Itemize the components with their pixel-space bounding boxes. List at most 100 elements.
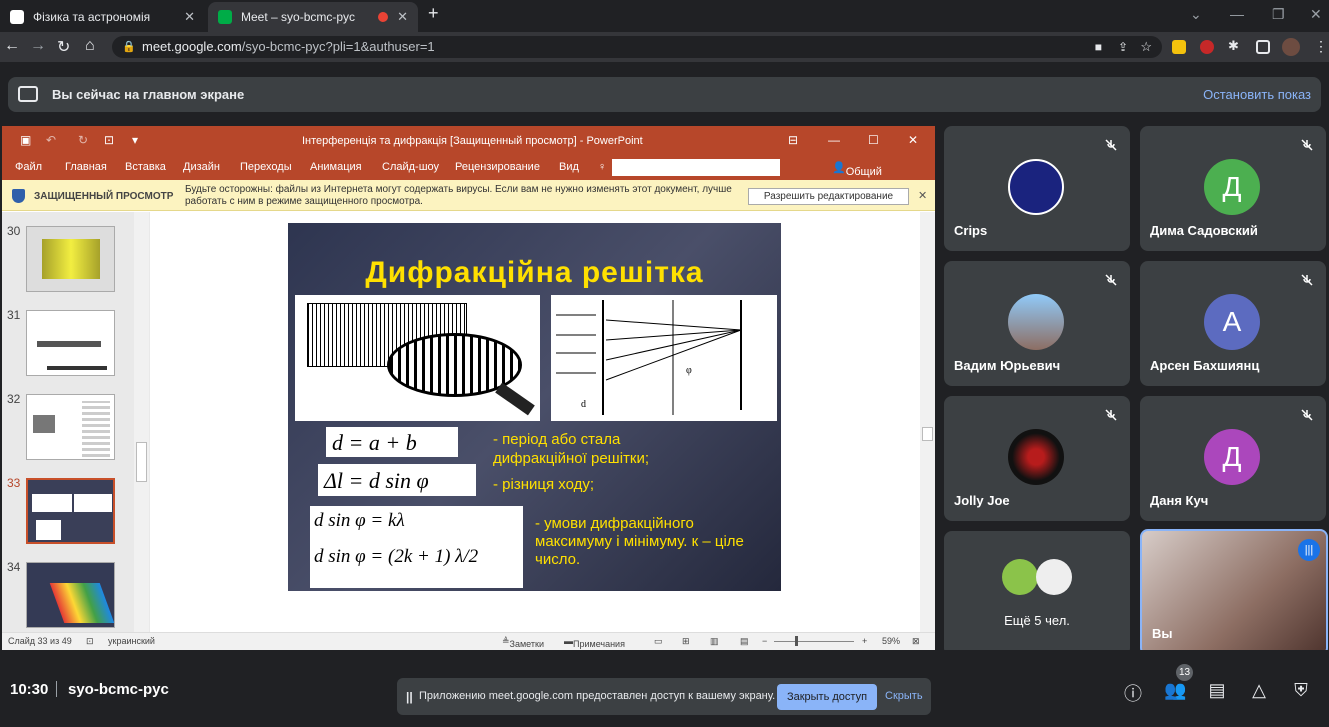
avatar: Д (1204, 429, 1260, 485)
divider (56, 681, 57, 697)
participant-name: Даня Куч (1150, 493, 1209, 508)
slide-33: Дифракційна решітка φ d d = a + b Δl = d… (288, 223, 781, 591)
participant-tile[interactable]: Вадим Юрьевич (944, 261, 1130, 386)
forward-icon[interactable]: → (30, 37, 46, 55)
hide-button[interactable]: Скрыть (885, 690, 923, 702)
comments-button[interactable]: ▬ Примечания (564, 636, 625, 649)
customize-icon[interactable]: ▾ (132, 133, 138, 147)
slide-thumbnails: 30 31 32 33 34 (2, 212, 150, 632)
close-icon[interactable]: ✕ (184, 9, 195, 25)
url-field[interactable]: 🔒 meet.google.com/syo-bcmc-pyc?pli=1&aut… (112, 36, 1162, 58)
participant-tile[interactable]: Д Даня Куч (1140, 396, 1326, 521)
people-icon[interactable]: 👥 (1164, 680, 1186, 702)
back-icon[interactable]: ← (4, 37, 20, 55)
thumb-number: 33 (7, 476, 21, 490)
thumb-slide-34[interactable] (26, 562, 115, 628)
save-icon[interactable]: ▣ (20, 133, 31, 147)
tab-animations[interactable]: Анимация (310, 161, 362, 173)
ppt-titlebar: ▣ ↶ ↻ ⊡ ▾ Інтерференція та дифракція [За… (2, 126, 935, 156)
slide-counter: Слайд 33 из 49 (8, 636, 72, 646)
home-icon[interactable]: ⌂ (85, 37, 95, 55)
thumbnail-scrollbar[interactable] (134, 212, 149, 632)
tab-file[interactable]: Файл (15, 161, 42, 173)
scroll-thumb[interactable] (136, 442, 147, 482)
tab-home[interactable]: Главная (65, 161, 107, 173)
ribbon-options-icon[interactable]: ⊟ (788, 133, 798, 147)
stop-sharing-button[interactable]: Закрыть доступ (777, 684, 877, 710)
chevron-down-icon[interactable]: ⌄ (1190, 6, 1202, 23)
new-tab-icon[interactable]: + (428, 3, 439, 24)
close-icon[interactable]: ✕ (908, 133, 918, 147)
protected-view-message: Будьте осторожны: файлы из Интернета мог… (185, 184, 732, 207)
tab-insert[interactable]: Вставка (125, 161, 166, 173)
tell-me-input[interactable] (612, 159, 780, 176)
puzzle-icon[interactable]: ✱ (1228, 38, 1242, 53)
undo-icon[interactable]: ↶ (46, 133, 56, 147)
stop-presenting-button[interactable]: Остановить показ (1203, 87, 1311, 102)
close-icon[interactable]: ✕ (397, 9, 408, 25)
more-participants-tile[interactable]: Ещё 5 чел. (944, 531, 1130, 656)
url-host: meet.google.com (142, 39, 242, 54)
participant-tile[interactable]: Jolly Joe (944, 396, 1130, 521)
tab-slideshow[interactable]: Слайд-шоу (382, 161, 439, 173)
redo-icon[interactable]: ↻ (78, 133, 88, 147)
activities-icon[interactable]: △ (1248, 680, 1270, 702)
reload-icon[interactable]: ↻ (57, 37, 70, 57)
tab-review[interactable]: Рецензирование (455, 161, 540, 173)
tab-physics[interactable]: Фізика та астрономія ✕ (0, 2, 205, 32)
tab-transitions[interactable]: Переходы (240, 161, 292, 173)
participant-tile[interactable]: Crips (944, 126, 1130, 251)
slide-scrollbar[interactable] (920, 212, 935, 632)
participant-tile[interactable]: А Арсен Бахшиянц (1140, 261, 1326, 386)
camera-icon[interactable]: ■ (1095, 36, 1102, 58)
maximize-icon[interactable]: ☐ (868, 133, 879, 147)
tab-design[interactable]: Дизайн (183, 161, 220, 173)
close-window-icon[interactable]: ✕ (1310, 6, 1322, 23)
zoom-in-icon[interactable]: + (862, 636, 867, 646)
menu-icon[interactable]: ⋮ (1314, 38, 1328, 55)
thumb-slide-32[interactable] (26, 394, 115, 460)
enable-editing-button[interactable]: Разрешить редактирование (748, 188, 909, 205)
zoom-level[interactable]: 59% (882, 636, 900, 646)
thumb-slide-33[interactable] (26, 478, 115, 544)
extension-icon[interactable] (1200, 40, 1214, 54)
thumb-number: 31 (7, 308, 21, 322)
close-icon[interactable]: ✕ (918, 189, 927, 202)
participant-tile[interactable]: Д Дима Садовский (1140, 126, 1326, 251)
minimize-icon[interactable]: — (1230, 6, 1244, 22)
slideshow-view-icon[interactable]: ▤ (740, 636, 749, 647)
comments-label: Примечания (573, 639, 625, 649)
fit-slide-icon[interactable]: ⊠ (912, 636, 920, 647)
thumb-slide-30[interactable] (26, 226, 115, 292)
notes-button[interactable]: ≜ Заметки (502, 636, 544, 649)
minimize-icon[interactable]: — (828, 133, 840, 147)
scroll-thumb[interactable] (922, 427, 933, 441)
share-icon[interactable]: ⇪ (1118, 36, 1128, 58)
reading-view-icon[interactable]: ▥ (710, 636, 719, 647)
zoom-slider[interactable] (774, 641, 854, 642)
participant-name: Ещё 5 чел. (1004, 613, 1070, 628)
normal-view-icon[interactable]: ▭ (654, 636, 663, 647)
sorter-view-icon[interactable]: ⊞ (682, 636, 690, 647)
maximize-icon[interactable]: ❐ (1272, 6, 1285, 23)
sidepanel-icon[interactable] (1256, 40, 1270, 54)
thumb-number: 30 (7, 224, 21, 238)
tab-view[interactable]: Вид (559, 161, 579, 173)
proofing-icon[interactable]: ⊡ (86, 636, 94, 647)
self-view-tile[interactable]: ||| Вы (1140, 529, 1328, 656)
zoom-out-icon[interactable]: − (762, 636, 767, 646)
avatar (1036, 559, 1072, 595)
share-button[interactable]: 👤 Общий доступ (832, 161, 882, 190)
host-controls-icon[interactable]: ⛨ (1290, 680, 1312, 702)
zoom-slider-thumb[interactable] (795, 636, 798, 646)
participant-name: Jolly Joe (954, 493, 1010, 508)
present-from-start-icon[interactable]: ⊡ (104, 133, 114, 147)
info-icon[interactable]: ⓘ (1122, 680, 1144, 704)
meet-favicon-icon (218, 10, 232, 24)
chat-icon[interactable]: ▤ (1206, 680, 1228, 702)
avatar[interactable] (1282, 38, 1300, 56)
thumb-slide-31[interactable] (26, 310, 115, 376)
star-icon[interactable]: ☆ (1140, 36, 1152, 58)
tab-meet[interactable]: Meet – syo-bcmc-pyc ✕ (208, 2, 418, 32)
extension-icon[interactable] (1172, 40, 1186, 54)
